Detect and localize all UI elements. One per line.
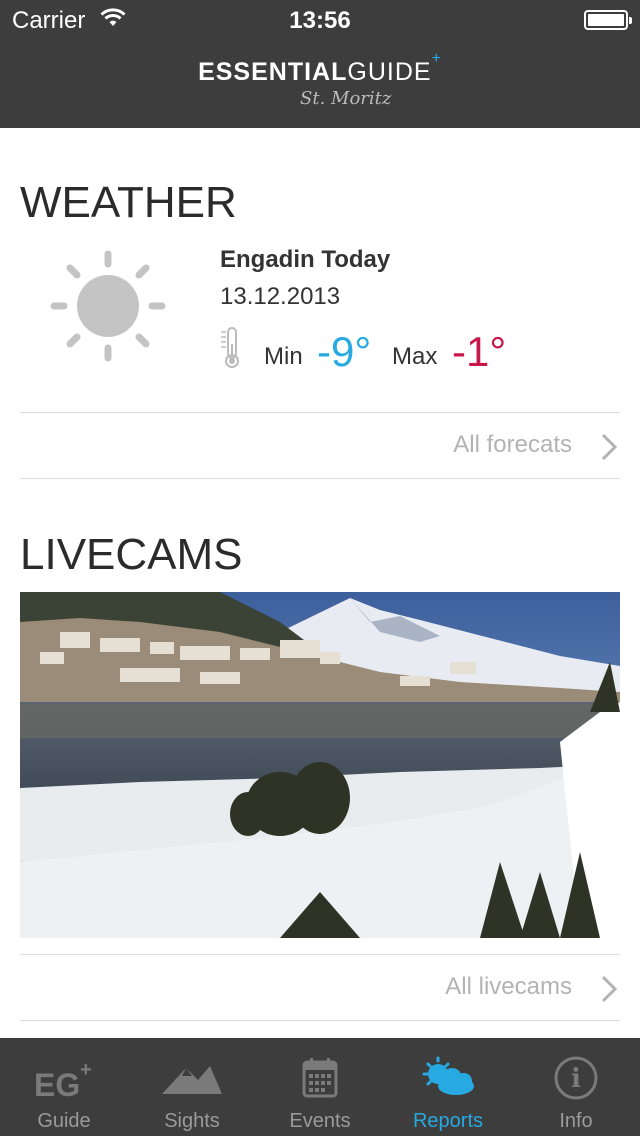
mountain-icon xyxy=(128,1054,256,1100)
eg-logo-icon: EG + xyxy=(0,1054,128,1103)
min-temp-value: -9° xyxy=(317,328,372,375)
svg-text:EG: EG xyxy=(34,1067,80,1100)
livecam-image[interactable] xyxy=(20,592,620,938)
top-bar: Carrier 13:56 ESSENTIALGUIDE+ St. Moritz xyxy=(0,0,640,128)
info-icon: i xyxy=(512,1054,640,1100)
tab-info-label: Info xyxy=(559,1110,593,1132)
all-forecasts-link[interactable]: All forecats xyxy=(20,413,620,479)
weather-title: WEATHER xyxy=(20,178,237,227)
status-bar: Carrier 13:56 xyxy=(0,0,640,40)
tab-reports-label: Reports xyxy=(412,1110,484,1132)
tab-events-label: Events xyxy=(289,1110,351,1132)
livecams-title: LIVECAMS xyxy=(20,530,243,579)
tab-reports[interactable]: Reports xyxy=(384,1038,512,1136)
all-livecams-label: All livecams xyxy=(445,973,572,1000)
chevron-right-icon xyxy=(600,433,618,466)
max-temp-value: -1° xyxy=(452,328,507,375)
tab-guide-label: Guide xyxy=(37,1110,91,1132)
divider xyxy=(20,1020,620,1021)
max-temp-label: Max xyxy=(392,343,438,370)
logo-subtitle: St. Moritz xyxy=(300,88,392,109)
calendar-icon xyxy=(256,1054,384,1100)
clock: 13:56 xyxy=(289,7,351,34)
tab-sights-label: Sights xyxy=(164,1110,220,1132)
min-temp-label: Min xyxy=(264,343,303,370)
sun-icon xyxy=(48,248,168,373)
tab-sights[interactable]: Sights xyxy=(128,1038,256,1136)
svg-text:+: + xyxy=(80,1059,92,1081)
weather-cloud-sun-icon xyxy=(384,1054,512,1100)
tab-info[interactable]: i Info xyxy=(512,1038,640,1136)
divider xyxy=(20,478,620,479)
weather-location: Engadin Today xyxy=(220,246,391,273)
chevron-right-icon xyxy=(600,975,618,1008)
all-forecasts-label: All forecats xyxy=(453,431,572,458)
thermometer-icon xyxy=(218,326,246,375)
weather-date: 13.12.2013 xyxy=(220,283,341,310)
tab-guide[interactable]: EG + Guide xyxy=(0,1038,128,1136)
app-logo: ESSENTIALGUIDE+ xyxy=(198,50,442,86)
battery-icon xyxy=(584,10,632,30)
tab-bar: EG + Guide Sights Events Reports i Info xyxy=(0,1038,640,1136)
all-livecams-link[interactable]: All livecams xyxy=(20,955,620,1021)
svg-text:i: i xyxy=(571,1064,581,1094)
tab-events[interactable]: Events xyxy=(256,1038,384,1136)
